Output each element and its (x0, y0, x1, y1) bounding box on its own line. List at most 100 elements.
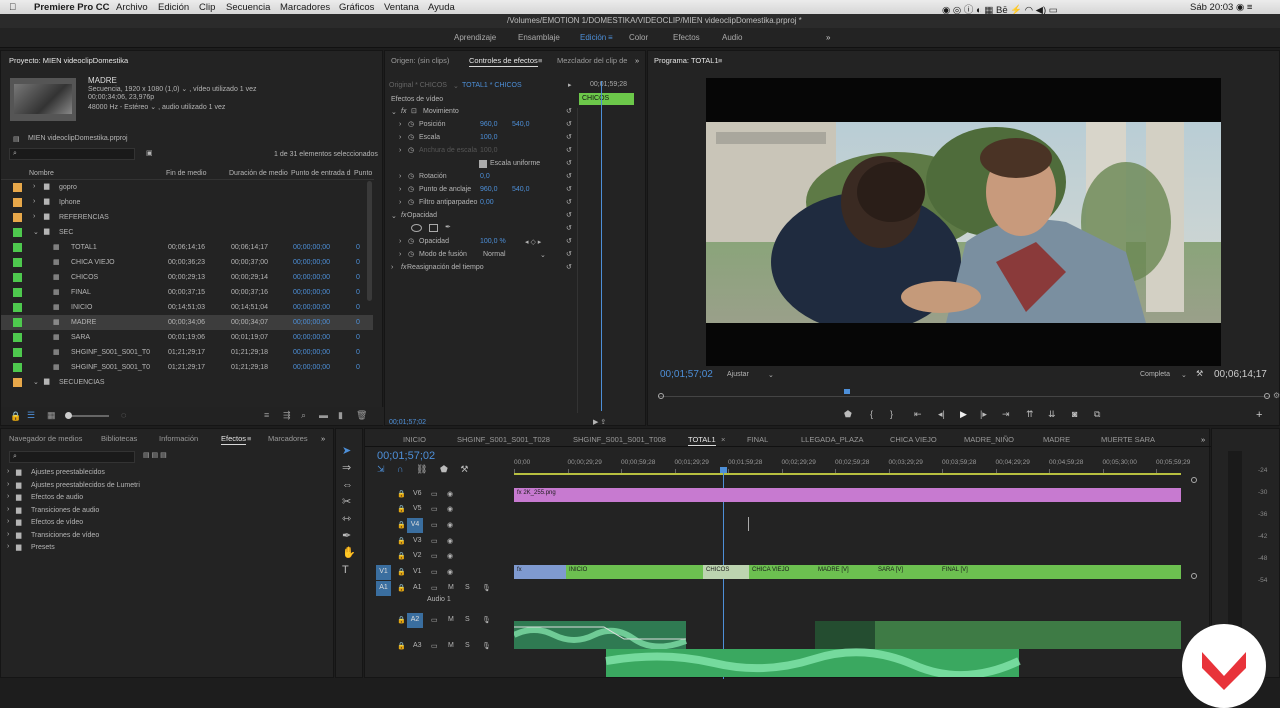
disclosure-triangle-icon[interactable]: › (7, 481, 9, 488)
quality-dropdown[interactable]: Completa (1140, 371, 1170, 378)
lock-track-icon[interactable]: 🔒 (397, 537, 406, 545)
effect-value-1[interactable]: 100,0 % (480, 238, 506, 245)
effects-menu-icon[interactable]: ≡ (247, 434, 251, 443)
more-workspaces-icon[interactable]: » (826, 33, 830, 42)
workspace-audio[interactable]: Audio (722, 33, 742, 42)
disclosure-triangle-icon[interactable]: › (7, 531, 9, 538)
lock-track-icon[interactable]: 🔒 (397, 552, 406, 560)
disclosure-triangle-icon[interactable]: › (33, 183, 35, 190)
sync-lock-icon[interactable]: ▭ (431, 490, 438, 498)
tab-markers[interactable]: Marcadores (268, 434, 308, 443)
track-label-a3[interactable]: A3 (413, 642, 422, 649)
workspace-efectos[interactable]: Efectos (673, 33, 700, 42)
sequence-tab[interactable]: MADRE_NIÑO (964, 435, 1014, 444)
label-color-swatch[interactable] (13, 258, 22, 267)
item-point[interactable]: 0 (356, 304, 360, 311)
chevron-down-icon[interactable]: ⌄ (540, 251, 546, 259)
button-editor-icon[interactable]: + (1256, 409, 1262, 421)
sequence-tab[interactable]: CHICA VIEJO (890, 435, 937, 444)
effect-value-2[interactable]: 540,0 (512, 186, 530, 193)
source-patch-a1[interactable]: A1 (376, 581, 391, 596)
track-label-v2[interactable]: V2 (413, 552, 422, 559)
close-tab-icon[interactable]: × (721, 435, 725, 444)
lock-track-icon[interactable]: 🔒 (397, 642, 406, 650)
rectangle-mask-icon[interactable] (429, 224, 438, 232)
fx-badge-icon[interactable]: fx (401, 212, 406, 219)
effect-value-1[interactable]: 0,0 (480, 173, 490, 180)
sequence-clip-label[interactable]: TOTAL1 * CHICOS (462, 82, 522, 89)
video-frame[interactable] (706, 78, 1221, 366)
sync-lock-icon[interactable]: ▭ (431, 521, 438, 529)
sync-lock-icon[interactable]: ▭ (431, 537, 438, 545)
reset-icon[interactable]: ↺ (566, 146, 572, 154)
razor-tool-icon[interactable]: ✂ (342, 494, 356, 511)
reset-icon[interactable]: ↺ (566, 224, 572, 232)
eye-icon[interactable]: ◉ (447, 490, 453, 498)
project-panel-title[interactable]: Proyecto: MIEN videoclipDomestika (9, 56, 128, 65)
item-in-point[interactable]: 00;00;00;00 (293, 304, 330, 311)
item-point[interactable]: 0 (356, 334, 360, 341)
sequence-tab[interactable]: MUERTE SARA (1101, 435, 1155, 444)
lock-track-icon[interactable]: 🔒 (397, 568, 406, 576)
mute-button[interactable]: M (448, 642, 454, 649)
label-color-swatch[interactable] (13, 213, 22, 222)
workspace-color[interactable]: Color (629, 33, 648, 42)
tab-media-browser[interactable]: Navegador de medios (9, 434, 82, 443)
program-timecode[interactable]: 00;01;57;02 (660, 369, 713, 380)
sync-lock-icon[interactable]: ▭ (431, 505, 438, 513)
slip-tool-icon[interactable]: ⇿ (342, 511, 356, 528)
zoom-icon[interactable]: ◌ (121, 410, 126, 420)
item-in-point[interactable]: 00;00;00;00 (293, 319, 330, 326)
project-row-iphone[interactable]: › ▆ Iphone (1, 195, 373, 210)
app-name-menu[interactable]: Premiere Pro CC (34, 2, 110, 13)
play-icon[interactable]: ▶ (960, 409, 967, 420)
workspace-edicion[interactable]: Edición (580, 33, 606, 42)
effects-folder-item[interactable]: › ▆ Ajustes preestablecidos (1, 467, 321, 479)
fit-dropdown[interactable]: Ajustar (727, 371, 749, 378)
pen-tool-icon[interactable]: ✒ (342, 528, 356, 545)
menu-archivo[interactable]: Archivo (116, 2, 148, 13)
lock-track-icon[interactable]: 🔒 (397, 584, 406, 592)
clip-v1-chicos[interactable]: CHICOS (703, 565, 749, 579)
track-area[interactable]: fx 2K_255.png fx INICIO CHICOS CHICA VIE… (514, 487, 1181, 677)
col-punto[interactable]: Punto (354, 170, 372, 177)
reset-icon[interactable]: ↺ (566, 198, 572, 206)
track-label-v4[interactable]: V4 (407, 518, 423, 533)
sequence-tab[interactable]: SHGINF_S001_S001_T008 (573, 435, 666, 444)
disclosure-triangle-icon[interactable]: ⌄ (33, 228, 39, 236)
stopwatch-icon[interactable]: ◷ (408, 146, 414, 154)
lock-track-icon[interactable]: 🔒 (397, 505, 406, 513)
sort-icon[interactable]: ≡ (264, 410, 269, 420)
step-forward-icon[interactable]: |▸ (980, 409, 987, 420)
clip-v1-chica-viejo[interactable]: CHICA VIEJO (749, 565, 815, 579)
mark-out-icon[interactable]: } (890, 409, 893, 419)
effect-controls-menu-icon[interactable]: ≡ (538, 56, 542, 65)
solo-button[interactable]: S (465, 584, 470, 591)
sequence-tab[interactable]: LLEGADA_PLAZA (801, 435, 864, 444)
time-ruler[interactable]: 00;00 00;00;29;29 00;00;59;28 00;01;29;29 00… (514, 455, 1194, 475)
item-in-point[interactable]: 00;00;00;00 (293, 349, 330, 356)
disclosure-triangle-icon[interactable]: ⌄ (391, 108, 397, 116)
zoom-slider[interactable] (65, 412, 109, 419)
type-tool-icon[interactable]: T (342, 562, 356, 579)
sequence-tab[interactable]: MADRE (1043, 435, 1070, 444)
disclosure-triangle-icon[interactable]: › (399, 199, 401, 206)
mic-icon[interactable]: 🎙 (482, 642, 491, 650)
project-row-shginf-s001-s001-t0[interactable]: ▦ SHGINF_S001_S001_T0 01;21;29;17 01;21;29;… (1, 360, 373, 375)
reset-icon[interactable]: ↺ (566, 159, 572, 167)
project-row-chicos[interactable]: ▦ CHICOS 00;00;29;13 00;00;29;14 00;00;00;00… (1, 270, 373, 285)
tab-audio-clip-mixer[interactable]: Mezclador del clip de (557, 56, 627, 65)
item-in-point[interactable]: 00;00;00;00 (293, 259, 330, 266)
label-color-swatch[interactable] (13, 318, 22, 327)
ec-playhead[interactable] (601, 81, 602, 411)
stopwatch-icon[interactable]: ◷ (408, 250, 414, 258)
timeline-settings-icon[interactable]: ⚒ (460, 464, 468, 474)
disclosure-triangle-icon[interactable]: › (33, 213, 35, 220)
timeline-timecode[interactable]: 00;01;57;02 (377, 450, 435, 462)
lock-icon[interactable]: 🔒 (10, 411, 21, 422)
disclosure-triangle-icon[interactable]: › (399, 251, 401, 258)
program-settings-icon[interactable]: ⚙ (1273, 391, 1280, 400)
project-row-sec[interactable]: ⌄ ▆ SEC (1, 225, 373, 240)
item-point[interactable]: 0 (356, 319, 360, 326)
program-title[interactable]: Programa: TOTAL1 (654, 56, 719, 65)
